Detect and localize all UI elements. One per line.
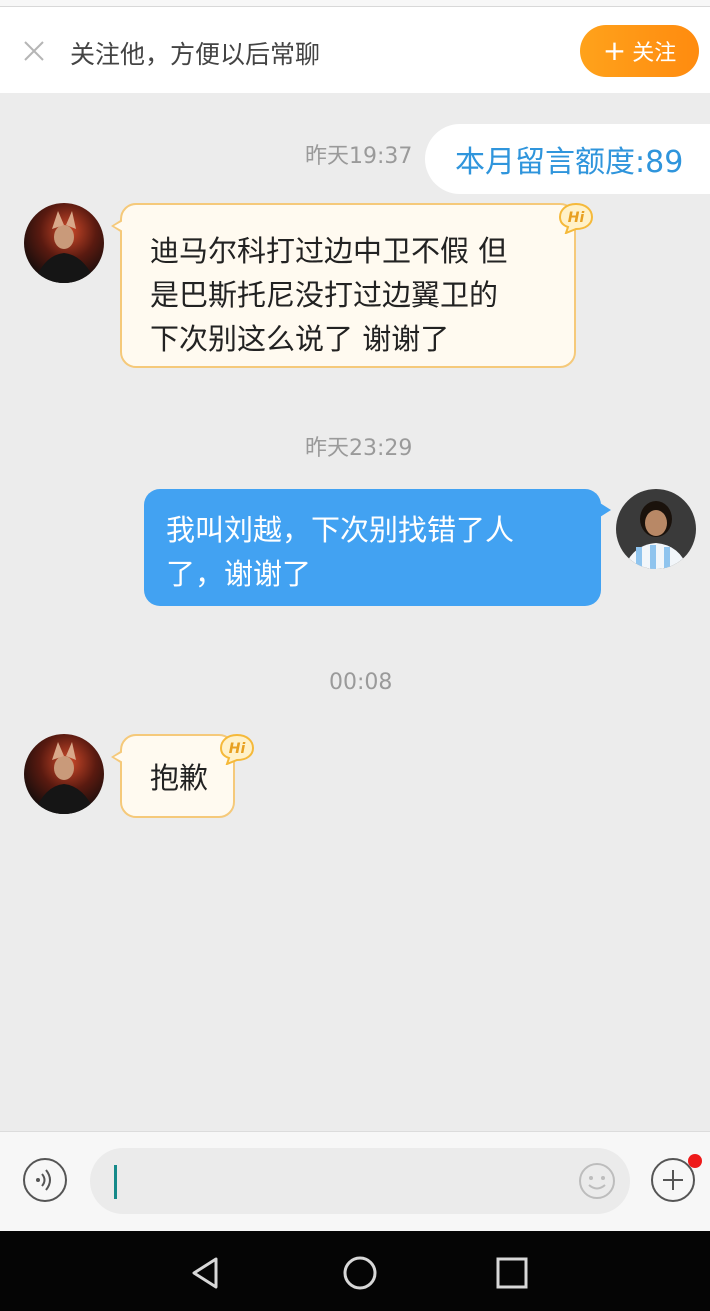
hi-badge-icon: Hi: [558, 202, 594, 234]
close-icon[interactable]: [22, 39, 46, 63]
message-line: 下次别这么说了 谢谢了: [150, 322, 450, 356]
follow-prompt-text: 关注他，方便以后常聊: [70, 40, 321, 69]
notification-dot: [688, 1154, 702, 1168]
message-input-bar: [0, 1131, 710, 1231]
status-strip: [0, 0, 710, 7]
home-icon[interactable]: [340, 1253, 380, 1293]
avatar[interactable]: [616, 489, 696, 569]
svg-text:Hi: Hi: [568, 210, 585, 226]
hi-badge-icon: Hi: [219, 733, 255, 765]
message-bubble-incoming[interactable]: 抱歉: [111, 734, 235, 818]
text-caret: [114, 1165, 117, 1199]
input-overlay: [90, 1148, 630, 1214]
recent-apps-icon[interactable]: [492, 1253, 532, 1293]
follow-button[interactable]: + 关注: [580, 25, 699, 77]
timestamp: 昨天23:29: [305, 436, 413, 461]
follow-button-label: 关注: [632, 41, 677, 66]
avatar[interactable]: [24, 734, 104, 814]
plus-icon: +: [602, 34, 627, 67]
system-navigation-bar: [0, 1231, 710, 1311]
avatar[interactable]: [24, 203, 104, 283]
message-bubble-outgoing[interactable]: 我叫刘越，下次别找错了人 了，谢谢了: [144, 489, 611, 606]
back-icon[interactable]: [186, 1253, 226, 1293]
message-line: 是巴斯托尼没打过边翼卫的: [150, 278, 499, 312]
message-line: 迪马尔科打过边中卫不假 但: [150, 234, 508, 268]
emoji-icon[interactable]: [578, 1162, 616, 1200]
message-line: 我叫刘越，下次别找错了人: [166, 513, 515, 547]
follow-prompt-bar: 关注他，方便以后常聊 + 关注: [0, 7, 710, 93]
svg-text:Hi: Hi: [229, 741, 246, 757]
message-quota-badge: 本月留言额度:89: [425, 124, 710, 194]
message-bubble-incoming[interactable]: 迪马尔科打过边中卫不假 但 是巴斯托尼没打过边翼卫的 下次别这么说了 谢谢了: [111, 203, 576, 368]
timestamp: 昨天19:37: [305, 144, 413, 169]
voice-icon[interactable]: [22, 1157, 68, 1203]
timestamp: 00:08: [329, 670, 393, 695]
message-line: 了，谢谢了: [166, 557, 312, 591]
